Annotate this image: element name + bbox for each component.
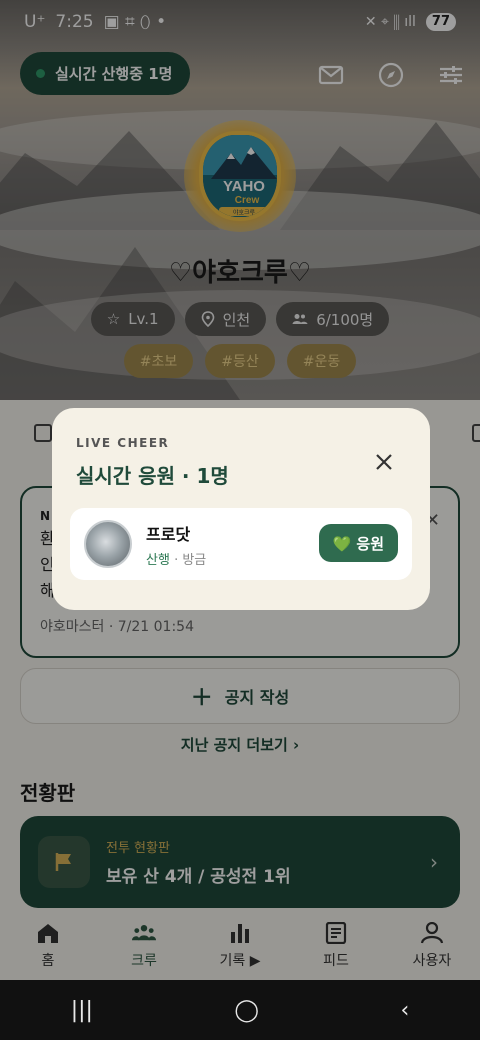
member-activity: 산행: [146, 552, 170, 568]
system-navigation-bar: ||| ◯ ‹: [0, 980, 480, 1040]
modal-title: 실시간 응원 · 1명: [76, 464, 229, 488]
cheer-button[interactable]: 💚 응원: [318, 524, 398, 562]
back-icon[interactable]: ‹: [400, 998, 409, 1023]
home-button-icon[interactable]: ◯: [234, 998, 259, 1023]
cheer-member-row: 프로닷 산행 · 방금 💚 응원: [70, 508, 412, 580]
member-time: 방금: [182, 552, 207, 568]
recent-apps-icon[interactable]: |||: [71, 998, 93, 1023]
avatar: [84, 520, 132, 568]
modal-eyebrow: LIVE CHEER: [76, 436, 170, 450]
member-status: 산행 · 방금: [146, 549, 206, 568]
close-icon[interactable]: [374, 452, 394, 472]
live-cheer-modal: LIVE CHEER 실시간 응원 · 1명 프로닷 산행 · 방금 💚 응원: [52, 408, 430, 610]
member-name: 프로닷: [146, 524, 191, 544]
